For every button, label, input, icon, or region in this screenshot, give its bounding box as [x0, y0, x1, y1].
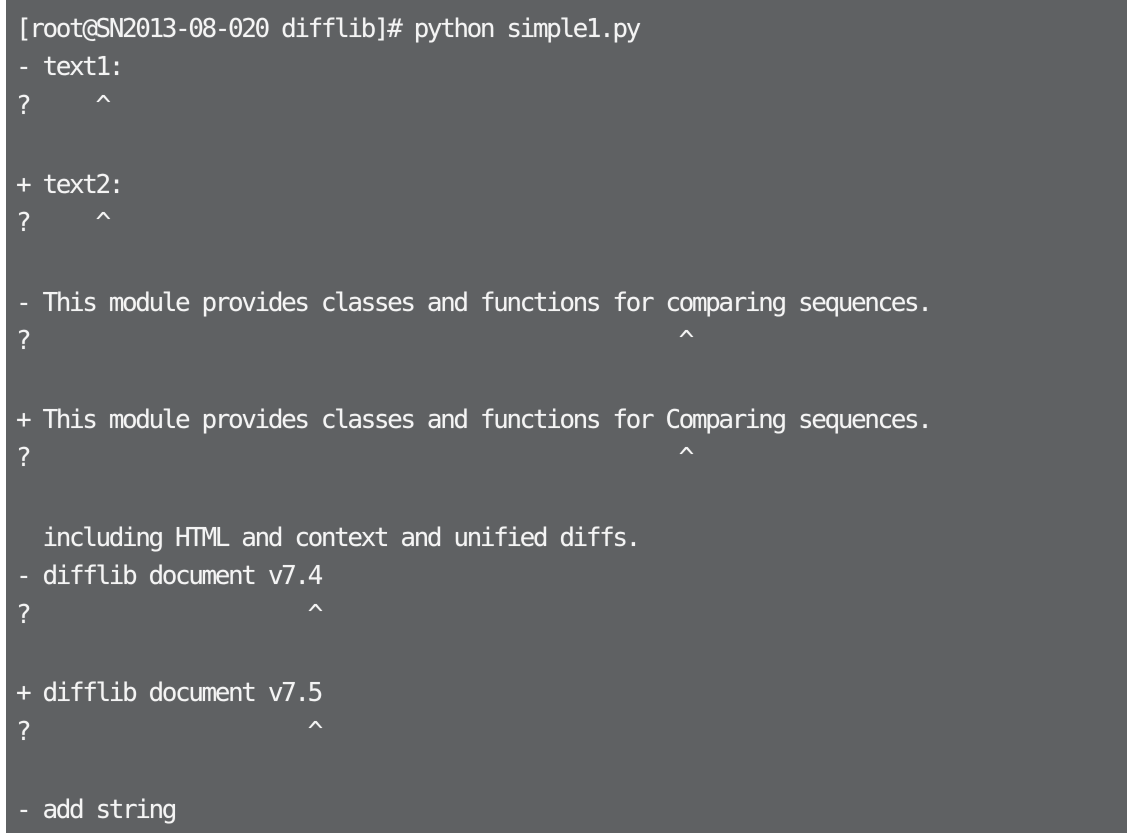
terminal-window[interactable]: [root@SN2013-08-020 difflib]# python sim… [6, 0, 1127, 833]
diff-hint-line: ? ^ [16, 326, 694, 356]
diff-line: - difflib document v7.4 [16, 561, 323, 591]
diff-hint-line: ? ^ [16, 443, 694, 473]
diff-line: + difflib document v7.5 [16, 678, 323, 708]
diff-line: + text2: [16, 170, 124, 200]
diff-line: - This module provides classes and funct… [16, 288, 933, 318]
diff-line: including HTML and context and unified d… [16, 523, 642, 553]
command-prompt-line: [root@SN2013-08-020 difflib]# python sim… [16, 14, 641, 44]
diff-hint-line: ? ^ [16, 208, 111, 238]
diff-hint-line: ? ^ [16, 717, 323, 747]
diff-hint-line: ? ^ [16, 91, 111, 121]
diff-line: + This module provides classes and funct… [16, 405, 933, 435]
diff-line: - add string [16, 795, 177, 825]
diff-line: - text1: [16, 52, 124, 82]
diff-hint-line: ? ^ [16, 600, 323, 630]
